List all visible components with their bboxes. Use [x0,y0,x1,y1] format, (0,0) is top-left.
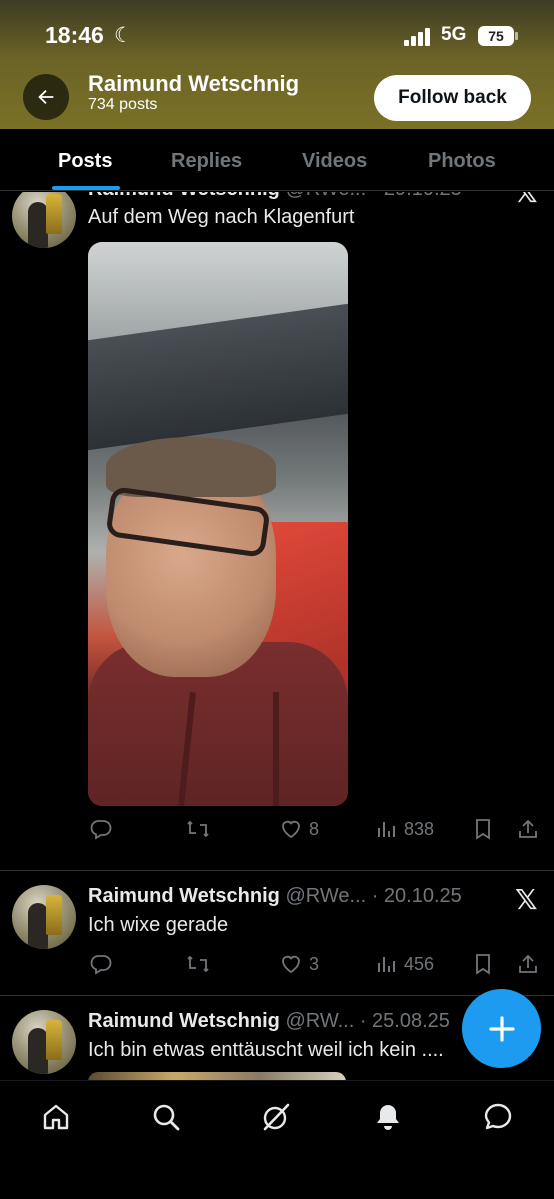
notifications-icon [377,1105,399,1130]
post-author-line: Raimund Wetschnig @RW... · 25.08.25 [88,1010,450,1033]
post-image[interactable] [88,242,348,806]
view-count: 838 [404,818,435,839]
like-count: 8 [309,818,320,839]
views-button[interactable]: 456 [376,952,434,976]
share-icon [519,819,537,838]
tab-videos[interactable]: Videos [302,150,367,173]
repost-button[interactable] [185,952,211,976]
profile-header: 18:46 ☾ 5G 75 Raimund Wetschnig 734 post… [0,0,554,129]
share-icon [519,954,537,973]
posts-feed[interactable]: Raimund Wetschnig @RWe... · 29.10.25 𝕏 A… [0,192,554,1080]
avatar[interactable] [12,1010,76,1074]
back-button[interactable] [23,74,69,120]
nav-grok[interactable] [258,1099,294,1135]
like-button[interactable]: 3 [279,952,319,976]
post-actions: 8 838 [0,817,554,847]
home-icon [43,1104,69,1130]
status-time: 18:46 [45,22,104,48]
follow-back-button[interactable]: Follow back [374,75,531,121]
status-bar: 18:46 ☾ 5G 75 [0,22,554,52]
x-logo-icon: 𝕏 [515,192,538,208]
post-author-line: Raimund Wetschnig @RWe... · 29.10.25 [88,192,462,201]
author-handle-date: @RWe... · 20.10.25 [285,885,462,907]
plus-icon [488,1015,515,1042]
author-handle-date: @RW... · 25.08.25 [285,1010,450,1032]
post-text: Ich wixe gerade [88,914,229,936]
profile-name: Raimund Wetschnig [88,71,300,96]
reply-button[interactable] [89,952,113,976]
nav-home[interactable] [38,1099,74,1135]
post-author-line: Raimund Wetschnig @RWe... · 20.10.25 [88,885,462,908]
heart-icon [282,820,300,839]
messages-icon [484,1103,512,1130]
reply-icon [90,955,112,975]
bottom-navigation [0,1080,554,1199]
bookmark-icon [476,819,490,840]
network-type: 5G [441,24,467,45]
author-name[interactable]: Raimund Wetschnig [88,192,280,200]
like-button[interactable]: 8 [279,817,319,841]
active-tab-indicator [52,186,120,190]
tab-photos[interactable]: Photos [428,150,496,173]
avatar[interactable] [12,885,76,949]
bookmark-button[interactable] [472,952,494,976]
heart-icon [282,955,300,974]
nav-messages[interactable] [480,1099,516,1135]
signal-icon [404,28,434,46]
search-icon [153,1104,180,1131]
bookmark-icon [476,954,490,975]
profile-tabs: Posts Replies Videos Photos [0,129,554,191]
analytics-icon [378,822,395,837]
author-name[interactable]: Raimund Wetschnig [88,885,280,907]
repost-button[interactable] [185,817,211,841]
post-text: Auf dem Weg nach Klagenfurt [88,206,355,228]
share-button[interactable] [516,817,540,841]
post-item[interactable]: Raimund Wetschnig @RWe... · 29.10.25 𝕏 A… [0,192,554,871]
bookmark-button[interactable] [472,817,494,841]
avatar[interactable] [12,192,76,248]
reply-icon [90,820,112,840]
analytics-icon [378,957,395,972]
repost-icon [187,820,209,838]
arrow-left-icon [38,89,54,105]
post-actions: 3 456 [0,952,554,982]
nav-search[interactable] [148,1099,184,1135]
post-count: 734 posts [88,96,158,113]
views-button[interactable]: 838 [376,817,434,841]
repost-icon [187,955,209,973]
share-button[interactable] [516,952,540,976]
tab-posts[interactable]: Posts [58,150,112,173]
x-logo-icon: 𝕏 [515,884,538,915]
grok-icon [263,1103,290,1131]
post-text: Ich bin etwas enttäuscht weil ich kein .… [88,1039,444,1061]
battery-icon: 75 [478,26,518,46]
author-name[interactable]: Raimund Wetschnig [88,1010,280,1032]
post-item[interactable]: Raimund Wetschnig @RWe... · 20.10.25 𝕏 I… [0,871,554,995]
post-image[interactable] [88,1072,346,1080]
view-count: 456 [404,953,435,974]
nav-notifications[interactable] [370,1099,406,1135]
author-handle-date: @RWe... · 29.10.25 [285,192,461,200]
moon-icon: ☾ [114,24,133,47]
reply-button[interactable] [89,817,113,841]
tab-replies[interactable]: Replies [171,150,242,173]
compose-button[interactable] [462,989,541,1068]
like-count: 3 [309,953,320,974]
